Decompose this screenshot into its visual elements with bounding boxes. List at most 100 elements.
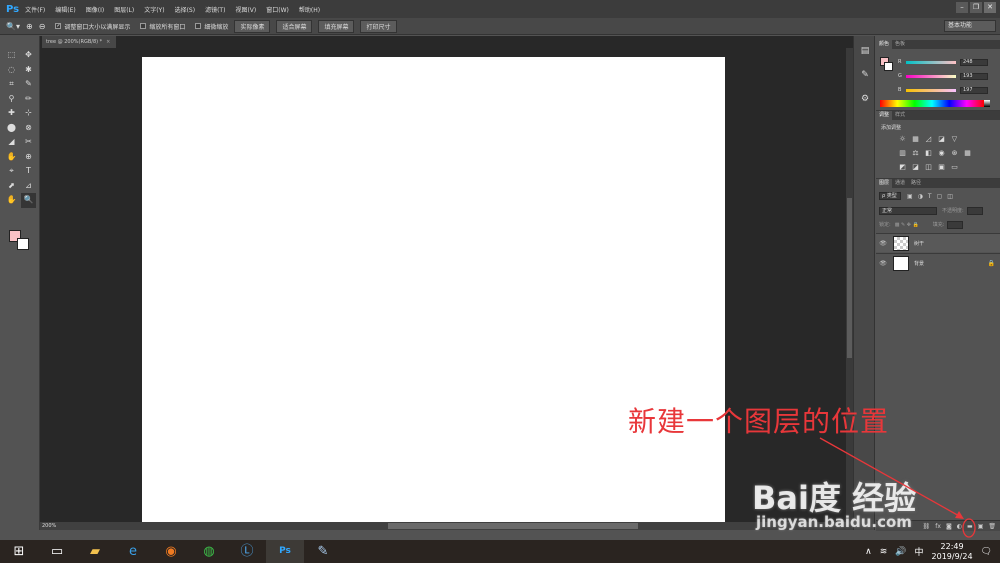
properties-panel-icon[interactable]: ⚙ (858, 92, 872, 106)
menu-file[interactable]: 文件(F) (25, 5, 45, 14)
marquee-tool-icon[interactable]: ⬚ (4, 48, 19, 63)
link-layers-icon[interactable]: ⛓ (923, 523, 931, 530)
menu-select[interactable]: 选择(S) (175, 5, 196, 14)
wifi-icon[interactable]: ≋ (880, 547, 888, 557)
opacity-input[interactable] (966, 206, 983, 215)
actual-pixels-button[interactable]: 实际像素 (234, 19, 271, 33)
menu-help[interactable]: 帮助(H) (299, 5, 320, 14)
zoom-all-windows-checkbox[interactable]: 缩放所有窗口 (140, 22, 185, 31)
layer-row[interactable]: 👁 背景 🔒 (876, 253, 1000, 272)
edge-browser-icon[interactable]: e (114, 540, 152, 563)
notification-icon[interactable]: 🗨 (981, 547, 992, 557)
layer-style-icon[interactable]: fx (935, 523, 941, 530)
levels-icon[interactable]: ▦ (911, 135, 920, 144)
menu-filter[interactable]: 滤镜(T) (205, 5, 225, 14)
fill-screen-button[interactable]: 填充屏幕 (318, 19, 355, 33)
vertical-scrollbar[interactable] (846, 48, 853, 526)
shape-filter-icon[interactable]: ▢ (937, 193, 943, 200)
posterize-icon[interactable]: ◪ (911, 163, 920, 172)
tab-layers[interactable]: 图层 (876, 179, 893, 188)
shape-tool-icon[interactable]: ⊿ (21, 179, 36, 194)
zoom-tool-icon[interactable]: 🔍▾ (6, 22, 20, 31)
minimize-button[interactable]: – (956, 2, 968, 13)
new-layer-icon[interactable]: ▣ (978, 523, 984, 530)
channel-mixer-icon[interactable]: ⊛ (950, 149, 959, 158)
menu-window[interactable]: 窗口(W) (266, 5, 289, 14)
blend-mode-select[interactable]: 正常 (879, 206, 937, 215)
brightness-icon[interactable]: ☼ (898, 135, 907, 144)
color-panel-background-swatch[interactable] (884, 62, 893, 71)
history-brush-tool-icon[interactable]: ⊹ (21, 106, 36, 121)
volume-icon[interactable]: 🔊 (895, 547, 906, 557)
menu-image[interactable]: 图像(I) (86, 5, 104, 14)
color-balance-icon[interactable]: ⚖ (911, 149, 920, 158)
lock-icons[interactable]: ▩ ✎ ✥ 🔒 (895, 222, 919, 228)
print-size-button[interactable]: 打印尺寸 (360, 19, 397, 33)
layer-filter-select[interactable]: ρ 类型 (879, 192, 901, 200)
photo-filter-icon[interactable]: ◉ (937, 149, 946, 158)
exposure-icon[interactable]: ◪ (937, 135, 946, 144)
hue-saturation-icon[interactable]: ▥ (898, 149, 907, 158)
layer-row[interactable]: 👁 树干 (876, 233, 1000, 252)
paint-app-icon[interactable]: ✎ (304, 540, 342, 563)
threshold-icon[interactable]: ◫ (924, 163, 933, 172)
black-white-icon[interactable]: ◧ (924, 149, 933, 158)
photoshop-taskbar-icon[interactable]: Ps (266, 540, 304, 563)
blue-slider[interactable] (906, 88, 956, 92)
task-view-icon[interactable]: ▭ (38, 540, 76, 563)
tray-chevron-icon[interactable]: ∧ (865, 547, 872, 557)
document-canvas[interactable] (142, 57, 725, 525)
history-panel-icon[interactable]: ▤ (858, 44, 872, 58)
color-spectrum-bw[interactable] (984, 100, 990, 107)
zoom-level[interactable]: 200% (42, 522, 56, 530)
add-mask-icon[interactable]: ◙ (946, 523, 952, 530)
dodge-tool-icon[interactable]: ✂ (21, 135, 36, 150)
type-filter-icon[interactable]: T (928, 193, 932, 200)
green-slider[interactable] (906, 74, 956, 78)
windows-start-icon[interactable]: ⊞ (0, 540, 38, 563)
color-lookup-icon[interactable]: ▦ (963, 149, 972, 158)
path-select-tool-icon[interactable]: ⌖ (4, 164, 19, 179)
l-app-icon[interactable]: Ⓛ (228, 540, 266, 563)
close-button[interactable]: ✕ (984, 2, 996, 13)
new-fill-layer-icon[interactable]: ◐ (957, 523, 962, 530)
resize-windows-checkbox[interactable]: ✓ 调整窗口大小以满屏显示 (55, 22, 130, 31)
type-tool-icon[interactable]: T (21, 164, 36, 179)
eye-icon[interactable]: 👁 (876, 240, 890, 247)
move-tool-icon[interactable]: ✥ (21, 48, 36, 63)
close-tab-icon[interactable]: × (106, 39, 110, 45)
tab-channels[interactable]: 通道 (892, 179, 908, 188)
brush-tool-icon[interactable]: ✏ (21, 92, 36, 107)
zoom-tool-icon[interactable]: 🔍 (21, 193, 36, 208)
new-group-icon[interactable]: ▬ (967, 523, 973, 530)
selective-color-icon[interactable]: ▣ (937, 163, 946, 172)
blue-value-input[interactable]: 197 (960, 86, 988, 94)
tab-swatches[interactable]: 色板 (892, 40, 908, 49)
magic-wand-tool-icon[interactable]: ✱ (21, 63, 36, 78)
firefox-icon[interactable]: ◉ (152, 540, 190, 563)
adjust-filter-icon[interactable]: ◑ (918, 193, 923, 200)
ime-indicator[interactable]: 中 (915, 545, 924, 558)
layer-name[interactable]: 背景 (914, 260, 988, 267)
clock[interactable]: 22:49 2019/9/24 (932, 542, 973, 562)
red-value-input[interactable]: 248 (960, 58, 988, 66)
layer-name[interactable]: 树干 (914, 240, 1000, 247)
curves-icon[interactable]: ◿ (924, 135, 933, 144)
background-color-swatch[interactable] (17, 238, 29, 250)
invert-icon[interactable]: ◩ (898, 163, 907, 172)
vertical-scroll-thumb[interactable] (847, 198, 852, 358)
eyedropper-tool-icon[interactable]: ✎ (21, 77, 36, 92)
fit-screen-button[interactable]: 适合屏幕 (276, 19, 313, 33)
add-anchor-tool-icon[interactable]: ⊕ (21, 150, 36, 165)
brush-panel-icon[interactable]: ✎ (858, 68, 872, 82)
direct-select-tool-icon[interactable]: ⬈ (4, 179, 19, 194)
paint-bucket-tool-icon[interactable]: ⊗ (21, 121, 36, 136)
menu-edit[interactable]: 编辑(E) (55, 5, 75, 14)
lasso-tool-icon[interactable]: ◌ (4, 63, 19, 78)
blur-tool-icon[interactable]: ◢ (4, 135, 19, 150)
menu-view[interactable]: 视图(V) (235, 5, 256, 14)
file-explorer-icon[interactable]: ▰ (76, 540, 114, 563)
restore-button[interactable]: ❐ (970, 2, 982, 13)
fill-input[interactable] (947, 220, 964, 229)
delete-layer-icon[interactable]: 🗑 (988, 523, 996, 530)
